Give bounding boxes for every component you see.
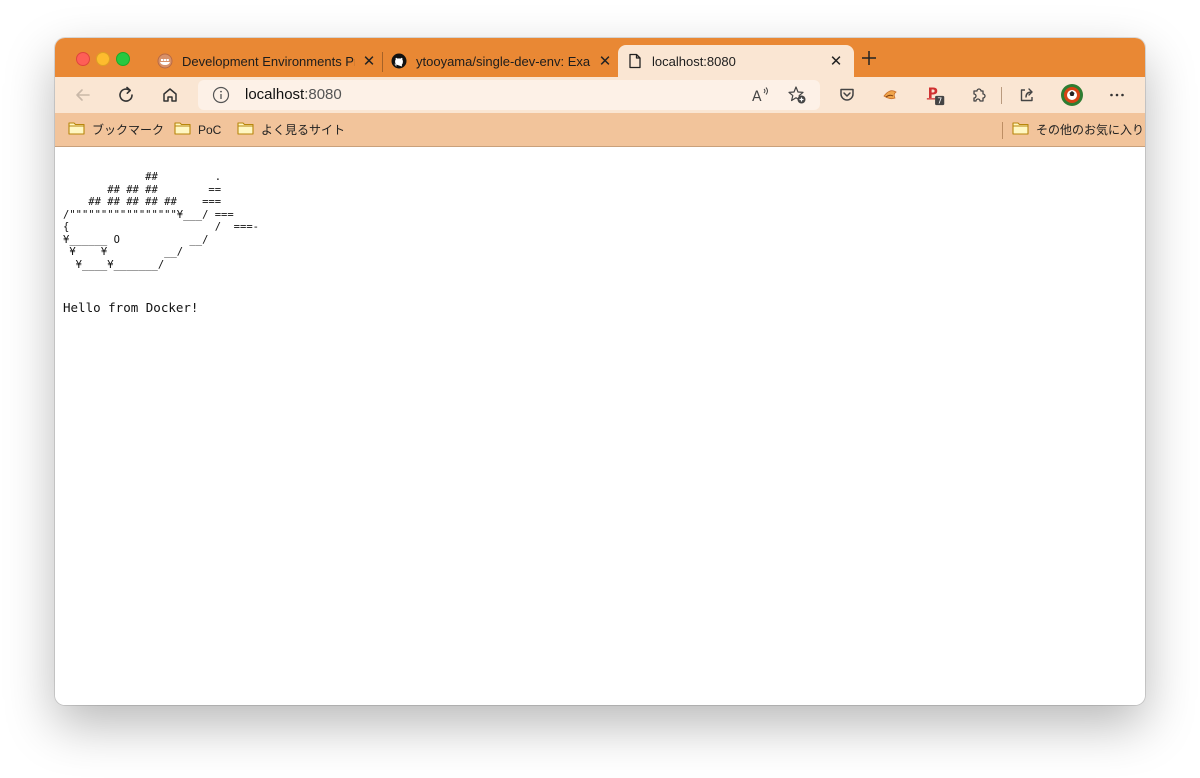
tab-title: Development Environments Pr	[182, 53, 355, 69]
folder-icon	[174, 121, 191, 138]
share-icon[interactable]	[1016, 84, 1038, 106]
folder-icon	[237, 121, 254, 138]
profile-avatar[interactable]	[1059, 82, 1085, 108]
tab-strip: Development Environments Pr ✕ ytooyama/s…	[55, 38, 1145, 77]
close-tab-icon[interactable]: ✕	[828, 53, 844, 70]
bookmark-folder-poc[interactable]: PoC	[174, 121, 221, 138]
close-window-button[interactable]	[76, 52, 90, 66]
bookmark-folder-bookmarks[interactable]: ブックマーク	[68, 121, 164, 138]
tab-title: localhost:8080	[652, 53, 736, 69]
folder-icon	[68, 121, 85, 138]
tab-development-environments[interactable]: Development Environments Pr ✕	[155, 45, 377, 77]
bookmark-label: PoC	[198, 122, 222, 137]
new-tab-button[interactable]	[861, 49, 877, 69]
site-info-icon[interactable]	[212, 86, 230, 104]
address-bar[interactable]: localhost:8080 A	[198, 80, 820, 110]
bookmark-folder-frequent[interactable]: よく見るサイト	[237, 121, 345, 138]
bookmark-label: その他のお気に入り	[1036, 123, 1145, 137]
docker-whale-ascii-art: ## . ## ## ## == ## ## ## ## ## === /"""…	[63, 171, 259, 271]
svg-text:A: A	[752, 89, 762, 104]
folder-icon	[1012, 121, 1029, 138]
tab-separator	[382, 52, 383, 72]
page-icon	[627, 53, 643, 69]
address-text[interactable]: localhost:8080	[245, 86, 342, 103]
extension-fox-icon[interactable]	[879, 84, 901, 106]
minimize-window-button[interactable]	[96, 52, 110, 66]
page-content: ## . ## ## ## == ## ## ## ## ## === /"""…	[55, 147, 1145, 705]
browser-window: Development Environments Pr ✕ ytooyama/s…	[55, 38, 1145, 705]
extension-p-icon[interactable]: P7	[925, 84, 947, 106]
tab-github-single-dev-env[interactable]: ytooyama/single-dev-env: Exa ✕	[391, 45, 613, 77]
toolbar: localhost:8080 A P7	[55, 77, 1145, 113]
zoom-window-button[interactable]	[116, 52, 130, 66]
close-tab-icon[interactable]: ✕	[597, 53, 613, 70]
address-port: :8080	[304, 86, 342, 103]
bookmark-label: よく見るサイト	[261, 123, 346, 137]
extensions-icon[interactable]	[968, 84, 990, 106]
pocket-icon[interactable]	[836, 84, 858, 106]
more-menu-icon[interactable]	[1106, 84, 1128, 106]
read-aloud-icon[interactable]: A	[751, 85, 771, 105]
badge-count: 7	[937, 96, 942, 105]
bookmark-folder-other-favorites[interactable]: その他のお気に入り	[1012, 121, 1144, 138]
add-favorite-icon[interactable]	[787, 85, 807, 105]
docker-icon	[157, 53, 173, 69]
tab-localhost[interactable]: localhost:8080 ✕	[618, 45, 854, 77]
tab-title: ytooyama/single-dev-env: Exa	[416, 53, 591, 69]
bookmarks-separator	[1002, 122, 1003, 139]
toolbar-separator	[1001, 87, 1002, 104]
address-host: localhost	[245, 86, 305, 103]
github-icon	[391, 53, 407, 69]
home-icon[interactable]	[159, 84, 181, 106]
back-icon[interactable]	[72, 84, 94, 106]
bookmarks-bar: ブックマーク PoC よく見るサイト その他のお気に入り	[55, 113, 1145, 147]
close-tab-icon[interactable]: ✕	[361, 53, 377, 70]
bookmark-label: ブックマーク	[92, 123, 165, 137]
refresh-icon[interactable]	[115, 84, 137, 106]
hello-message: Hello from Docker!	[63, 300, 199, 315]
